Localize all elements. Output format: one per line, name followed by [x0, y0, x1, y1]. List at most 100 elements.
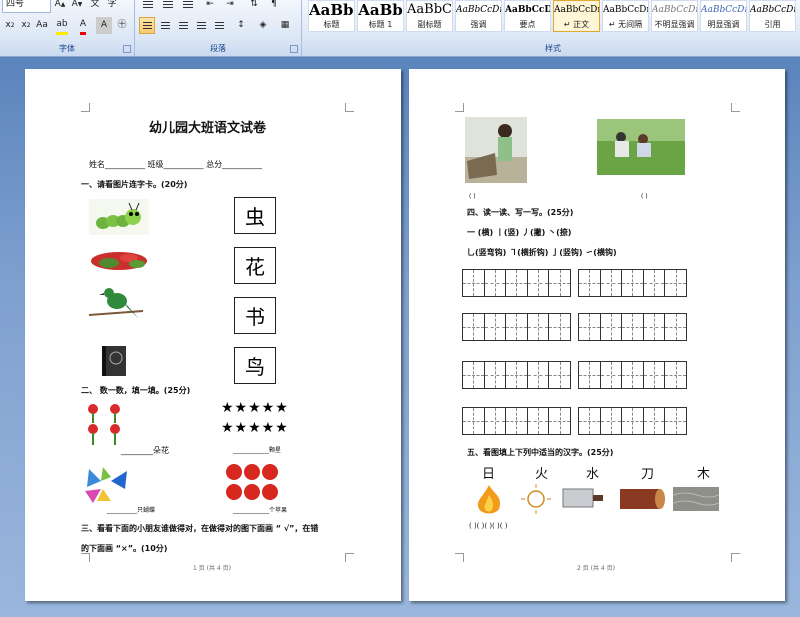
- crop-mark: [455, 553, 464, 562]
- style-subtle-emphasis[interactable]: AaBbCcDı 不明显强调: [651, 0, 698, 32]
- picnic-photo: [597, 119, 685, 175]
- answer-bracket-photo-2: ( ): [641, 193, 648, 200]
- blank-butterflies: __________只蝴蝶: [107, 507, 156, 514]
- style-strong[interactable]: AaBbCcD 要点: [504, 0, 551, 32]
- wood-log-image: [620, 489, 665, 509]
- align-center-button[interactable]: [157, 17, 173, 34]
- font-dialog-launcher-icon[interactable]: [123, 45, 131, 53]
- highlight-color-button[interactable]: ab: [52, 17, 72, 35]
- stars-row-1: ★★★★★: [221, 400, 289, 416]
- line-spacing-button[interactable]: ↕: [231, 17, 251, 34]
- align-left-button[interactable]: [139, 17, 155, 34]
- phonetic-guide-icon[interactable]: 文: [87, 0, 103, 13]
- question-1: 一、请看图片连字卡。(20分): [81, 180, 188, 189]
- char-shui: 水: [586, 467, 600, 482]
- stars-row-2: ★★★★★: [221, 420, 289, 436]
- crop-mark: [81, 103, 90, 112]
- writing-grid[interactable]: [578, 269, 687, 297]
- char-card-4: 鸟: [234, 347, 276, 384]
- crop-mark: [731, 553, 740, 562]
- flower-image: [91, 252, 147, 270]
- answer-bracket-photo-1: ( ): [469, 193, 476, 200]
- question-3-line-1: 三、看看下面的小朋友谁做得对，在做得对的图下面画 “ √”，在错: [81, 524, 319, 533]
- page-1[interactable]: 幼儿园大班语文试卷 姓名__________ 班级__________ 总分__…: [25, 69, 401, 601]
- caterpillar-image: [89, 199, 149, 235]
- font-color-button[interactable]: A: [73, 17, 93, 35]
- char-huo: 火: [535, 467, 549, 482]
- writing-grid[interactable]: [462, 269, 571, 297]
- student-info-fields: 姓名__________ 班级__________ 总分__________: [89, 160, 263, 169]
- blank-stars: ____________颗星: [233, 447, 282, 454]
- enclose-char-icon[interactable]: 字: [104, 0, 120, 13]
- bird-image: [88, 288, 144, 319]
- enclosed-char-button[interactable]: ㊉: [114, 17, 130, 34]
- ribbon: 四号 A ▲ A ▼ 文 字 x2 x2 Aa ab A A ㊉ 字体 ⇤ ⇥ ⇅ …: [0, 0, 800, 57]
- writing-grid[interactable]: [578, 361, 687, 389]
- page-footer-2: 2 页 (共 4 页): [577, 565, 615, 572]
- font-group: 四号 A ▲ A ▼ 文 字 x2 x2 Aa ab A A ㊉ 字体: [0, 0, 135, 56]
- question-2: 二、 数一数，填一填。(25分): [81, 386, 191, 395]
- align-right-button[interactable]: [175, 17, 191, 34]
- question-4: 四、读一读、写一写。(25分): [467, 208, 574, 217]
- crop-mark: [345, 553, 354, 562]
- sort-button[interactable]: ⇅: [245, 0, 263, 13]
- multilevel-list-button[interactable]: [179, 0, 197, 13]
- style-title[interactable]: AaBbC标题: [308, 0, 355, 32]
- style-emphasis[interactable]: AaBbCcDı 强调: [455, 0, 502, 32]
- styles-group: AaBbC标题 AaBb标题 1 AaBbC副标题 AaBbCcDı强调 AaB…: [306, 0, 800, 56]
- question-3-line-2: 的下面画 “×”。(10分): [81, 544, 168, 553]
- show-marks-button[interactable]: ¶: [265, 0, 283, 13]
- decrease-indent-button[interactable]: ⇤: [201, 0, 219, 13]
- style-heading1[interactable]: AaBb 标题 1: [357, 0, 404, 32]
- page-footer-1: 1 页 (共 4 页): [193, 565, 231, 572]
- shading-button[interactable]: ◈: [253, 17, 273, 34]
- styles-group-label: 样式: [545, 44, 561, 53]
- writing-grid[interactable]: [578, 313, 687, 341]
- grow-font-button[interactable]: A ▲: [52, 0, 68, 13]
- borders-button[interactable]: ▦: [275, 17, 295, 34]
- writing-grid[interactable]: [462, 313, 571, 341]
- crop-mark: [455, 103, 464, 112]
- butterflies-image: [85, 467, 127, 503]
- font-group-label: 字体: [59, 44, 75, 53]
- paragraph-group: ⇤ ⇥ ⇅ ¶ ↕ ◈ ▦ 段落: [135, 0, 302, 56]
- char-shading-button[interactable]: A: [96, 17, 112, 34]
- fire-image: [477, 485, 501, 514]
- char-card-2: 花: [234, 247, 276, 284]
- char-card-1: 虫: [234, 197, 276, 234]
- change-case-button[interactable]: Aa: [34, 17, 50, 34]
- document-canvas: 幼儿园大班语文试卷 姓名__________ 班级__________ 总分__…: [0, 57, 800, 617]
- style-normal[interactable]: AaBbCcDı ↵ 正文: [553, 0, 600, 32]
- char-ri: 日: [482, 467, 496, 482]
- page-2[interactable]: ( ) ( ) 四、读一读、写一写。(25分) 一 (横) 丨(竖) 丿(撇) …: [409, 69, 785, 601]
- style-quote[interactable]: AaBbCcDı 引用: [749, 0, 796, 32]
- subscript-button[interactable]: x2: [2, 17, 18, 34]
- crop-mark: [731, 103, 740, 112]
- strokes-line-1: 一 (横) 丨(竖) 丿(撇) 丶(捺): [467, 228, 572, 237]
- justify-button[interactable]: [193, 17, 209, 34]
- answer-brackets-row: ( )( )( )( )( ): [469, 522, 508, 530]
- paragraph-group-label: 段落: [210, 44, 226, 53]
- writing-grid[interactable]: [462, 407, 571, 435]
- numbering-button[interactable]: [159, 0, 177, 13]
- superscript-button[interactable]: x2: [18, 17, 34, 34]
- shrink-font-button[interactable]: A ▼: [69, 0, 85, 13]
- writing-grid[interactable]: [462, 361, 571, 389]
- distributed-button[interactable]: [211, 17, 227, 34]
- knife-image: [562, 488, 603, 508]
- font-size-select[interactable]: 四号: [2, 0, 51, 13]
- style-no-spacing[interactable]: AaBbCcDı ↵ 无间隔: [602, 0, 649, 32]
- strokes-line-2: 乚(竖弯钩) ㇕(横折钩) 亅(竖钩) ㇀(横钩): [467, 248, 617, 257]
- book-image: [102, 346, 126, 376]
- bullets-button[interactable]: [139, 0, 157, 13]
- paragraph-dialog-launcher-icon[interactable]: [290, 45, 298, 53]
- question-5: 五、看图填上下列中适当的汉字。(25分): [467, 448, 614, 457]
- page-title: 幼儿园大班语文试卷: [149, 121, 267, 136]
- crop-mark: [81, 553, 90, 562]
- writing-grid[interactable]: [578, 407, 687, 435]
- apples-image: [226, 464, 278, 500]
- style-subtitle[interactable]: AaBbC 副标题: [406, 0, 453, 32]
- increase-indent-button[interactable]: ⇥: [221, 0, 239, 13]
- style-intense-emphasis[interactable]: AaBbCcDı 明显强调: [700, 0, 747, 32]
- char-mu: 木: [697, 467, 711, 482]
